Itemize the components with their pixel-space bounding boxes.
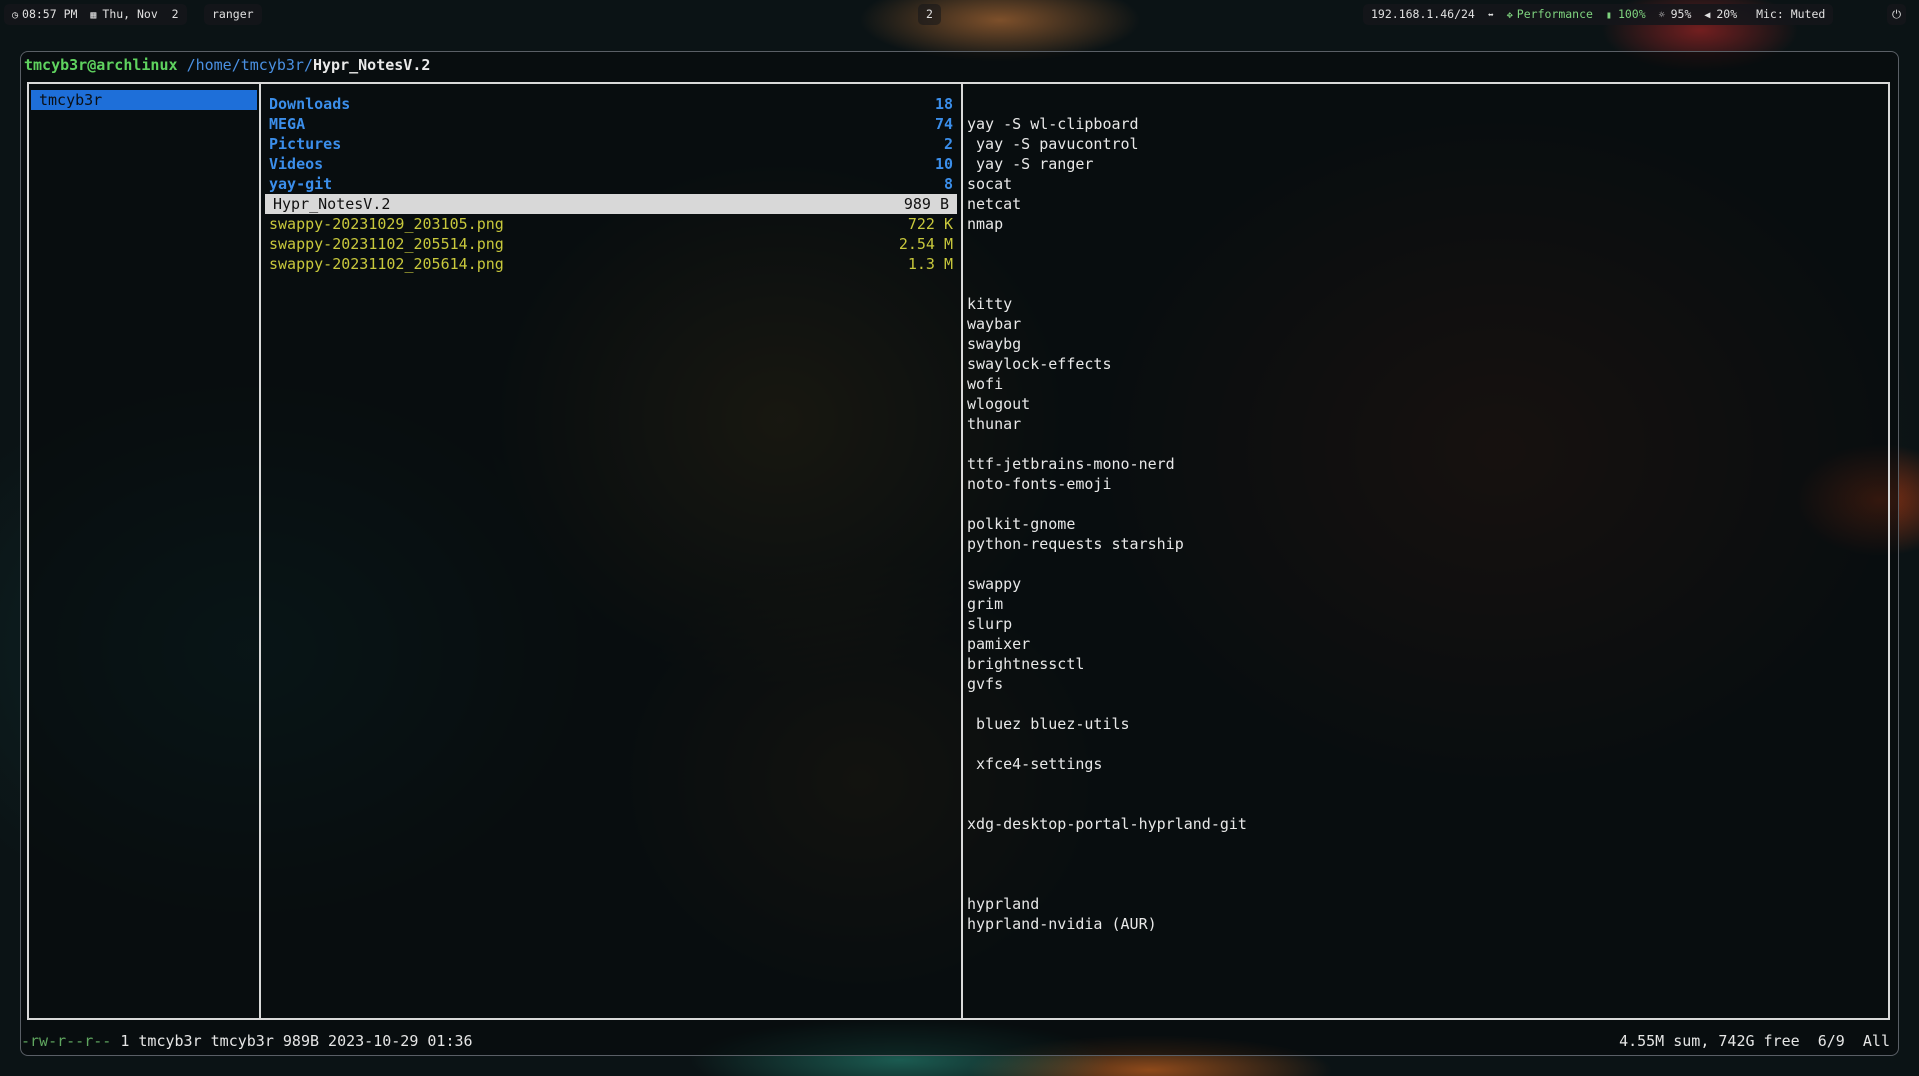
preview-line: swaybg bbox=[967, 335, 1022, 353]
preview-line: wlogout bbox=[967, 395, 1031, 413]
volume-icon: ◀ bbox=[1704, 10, 1711, 21]
preview-line: swappy bbox=[967, 575, 1022, 593]
list-item[interactable]: Videos 10 bbox=[261, 154, 961, 174]
preview-line bbox=[963, 734, 1888, 754]
preview-line: yay -S ranger bbox=[967, 155, 1094, 173]
volume-text[interactable]: 20% bbox=[1716, 7, 1737, 21]
preview-line: socat bbox=[967, 175, 1013, 193]
preview-line bbox=[963, 554, 1888, 574]
battery-text: 100% bbox=[1617, 7, 1646, 21]
status-modules: 192.168.1.46/24 ⬌ ✥ Performance ▮ 100% ☼ 95… bbox=[1363, 4, 1834, 25]
battery-icon: ▮ bbox=[1605, 10, 1612, 21]
preview-line: netcat bbox=[967, 195, 1022, 213]
power-profile-text[interactable]: Performance bbox=[1517, 7, 1593, 21]
preview-line: grim bbox=[967, 595, 1004, 613]
preview-line bbox=[963, 694, 1888, 714]
list-item[interactable]: yay-git 8 bbox=[261, 174, 961, 194]
preview-line bbox=[963, 874, 1888, 894]
terminal-window[interactable]: tmcyb3r@archlinux /home/tmcyb3r/Hypr_Not… bbox=[20, 51, 1899, 1056]
prompt-path: /home/tmcyb3r/ bbox=[186, 56, 313, 74]
preview-line: xdg-desktop-portal-hyprland-git bbox=[967, 815, 1247, 833]
parent-item[interactable]: tmcyb3r bbox=[31, 90, 257, 110]
preview-line: slurp bbox=[967, 615, 1013, 633]
preview-line: noto-fonts-emoji bbox=[967, 475, 1112, 493]
preview-line: hyprland bbox=[967, 895, 1040, 913]
file-permissions: -rw-r--r-- bbox=[21, 1032, 112, 1050]
selected-file[interactable]: Hypr_NotesV.2 989 B bbox=[265, 194, 957, 214]
network-icon: ⬌ bbox=[1487, 10, 1494, 21]
list-item[interactable]: swappy-20231102_205514.png 2.54 M bbox=[261, 234, 961, 254]
list-item[interactable]: MEGA 74 bbox=[261, 114, 961, 134]
preview-line bbox=[963, 434, 1888, 454]
brightness-text[interactable]: 95% bbox=[1671, 7, 1692, 21]
prompt-cwd: Hypr_NotesV.2 bbox=[313, 56, 431, 74]
top-bar: ◷ 08:57 PM ▦ Thu, Nov 2 ranger 2 192.168.1… bbox=[0, 0, 1919, 30]
preview-line: hyprland-nvidia (AUR) bbox=[967, 915, 1157, 933]
list-item[interactable]: Downloads 18 bbox=[261, 94, 961, 114]
disk-summary: 4.55M sum, 742G free 6/9 All bbox=[1619, 1032, 1890, 1050]
preview-line: waybar bbox=[967, 315, 1022, 333]
preview-line: bluez bluez-utils bbox=[967, 715, 1130, 733]
preview-line: yay -S pavucontrol bbox=[967, 135, 1139, 153]
power-profile-icon: ✥ bbox=[1506, 10, 1513, 21]
power-button-icon[interactable]: ⏻ bbox=[1887, 4, 1907, 25]
network-text[interactable]: 192.168.1.46/24 bbox=[1371, 7, 1475, 21]
clock-widget[interactable]: ◷ 08:57 PM ▦ Thu, Nov 2 bbox=[4, 4, 187, 25]
preview-line bbox=[963, 94, 1888, 114]
prompt-user: tmcyb3r@archlinux bbox=[24, 56, 178, 74]
window-title: ranger bbox=[204, 4, 262, 25]
preview-line: thunar bbox=[967, 415, 1022, 433]
preview-line: swaylock-effects bbox=[967, 355, 1112, 373]
status-line: -rw-r--r-- 1 tmcyb3r tmcyb3r 989B 2023-1… bbox=[21, 1031, 1898, 1051]
terminal-header: tmcyb3r@archlinux /home/tmcyb3r/Hypr_Not… bbox=[24, 55, 430, 75]
list-item[interactable]: swappy-20231029_203105.png 722 K bbox=[261, 214, 961, 234]
preview-line bbox=[963, 774, 1888, 794]
file-preview: yay -S wl-clipboard yay -S pavucontrol y… bbox=[963, 84, 1888, 1018]
preview-line bbox=[963, 234, 1888, 254]
preview-line: ttf-jetbrains-mono-nerd bbox=[967, 455, 1175, 473]
workspace-indicator[interactable]: 2 bbox=[918, 4, 941, 25]
preview-line: brightnessctl bbox=[967, 655, 1085, 673]
clock-text: 08:57 PM bbox=[22, 7, 78, 21]
clock-icon: ◷ bbox=[12, 10, 19, 21]
preview-line: gvfs bbox=[967, 675, 1004, 693]
preview-line bbox=[963, 834, 1888, 854]
preview-line: polkit-gnome bbox=[967, 515, 1076, 533]
preview-line: yay -S wl-clipboard bbox=[967, 115, 1139, 133]
mic-text[interactable]: Mic: Muted bbox=[1756, 7, 1825, 21]
list-item[interactable]: Pictures 2 bbox=[261, 134, 961, 154]
preview-line: nmap bbox=[967, 215, 1004, 233]
preview-line: xfce4-settings bbox=[967, 755, 1103, 773]
calendar-icon: ▦ bbox=[90, 10, 97, 21]
preview-line: pamixer bbox=[967, 635, 1031, 653]
preview-line: wofi bbox=[967, 375, 1004, 393]
preview-line bbox=[963, 494, 1888, 514]
preview-line: python-requests starship bbox=[967, 535, 1184, 553]
date-text: Thu, Nov 2 bbox=[102, 7, 179, 21]
preview-line bbox=[963, 254, 1888, 274]
brightness-icon: ☼ bbox=[1658, 10, 1665, 21]
preview-line bbox=[963, 854, 1888, 874]
preview-line bbox=[963, 794, 1888, 814]
parent-column: tmcyb3r bbox=[29, 84, 259, 1018]
list-item[interactable]: swappy-20231102_205614.png 1.3 M bbox=[261, 254, 961, 274]
file-list: Downloads 18 MEGA 74 Pictures 2 Videos 10 ya… bbox=[261, 84, 961, 1018]
file-info: 1 tmcyb3r tmcyb3r 989B 2023-10-29 01:36 bbox=[111, 1032, 473, 1050]
preview-line bbox=[963, 274, 1888, 294]
ranger-frame: tmcyb3r Downloads 18 MEGA 74 Pictures 2 Vid… bbox=[27, 82, 1890, 1020]
preview-line: kitty bbox=[967, 295, 1013, 313]
